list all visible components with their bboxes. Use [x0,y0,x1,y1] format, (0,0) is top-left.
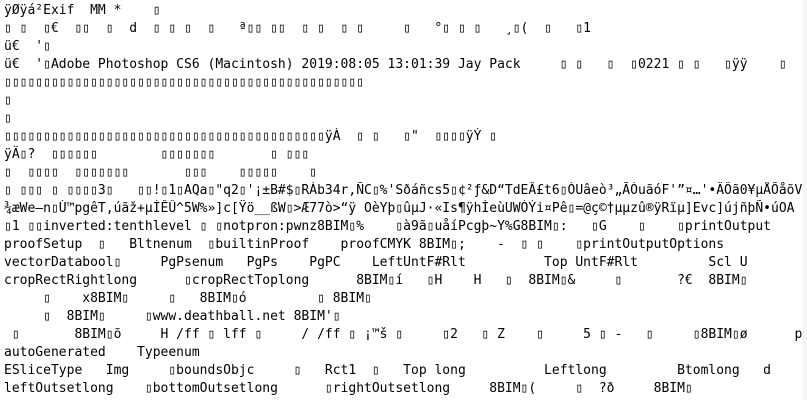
text-line-13: ▯1 ▯▯inverted:tenthlevel ▯ ▯notpron:pwnz… [4,218,803,236]
text-line-3: ü€ '▯ [4,38,803,56]
text-line-11: ▯ ▯▯▯ ▯ ▯▯▯▯3▯ ▯▯!▯1▯AQa▯"q2▯'¡±B#$▯RÁb3… [4,182,803,200]
text-line-2: ▯ ▯ ▯€ ▯▯ ▯ d ▯ ▯ ▯ ▯ ª▯▯ ▯▯ ▯ ▯ ▯ ▯ ▯ °… [4,20,803,38]
text-line-7: ▯ [4,110,803,128]
text-line-9: ÿÄ▯? ▯▯▯▯▯▯ ▯▯▯▯▯▯▯ ▯ ▯▯▯ [4,146,803,164]
text-line-22: leftOutsetlong ▯bottomOutsetlong ▯rightO… [4,380,803,398]
text-line-21: ESliceType Img ▯boundsObjc ▯ Rct1 ▯ Top … [4,362,803,380]
text-line-12: ¾æWe–n▯Ù™pgêT,úãž+µÍÊÛ^5W%»]c[Ÿö__ßW▯>Æ7… [4,200,803,218]
text-line-14: proofSetup ▯ Bltnenum ▯builtinProof proo… [4,236,803,254]
text-line-15: vectorDatabool▯ PgPsenum PgPs PgPC LeftU… [4,254,803,272]
binary-text-viewer: ÿØÿá²Exif MM * ▯ ▯ ▯ ▯€ ▯▯ ▯ d ▯ ▯ ▯ ▯ … [0,0,807,400]
text-line-10: ▯ ▯▯▯▯ ▯▯▯▯▯▯▯ ▯▯▯ ▯▯▯▯▯ ▯ [4,164,803,182]
text-line-19: ▯ 8BIM▯õ H /ff ▯ lff ▯ / /ff ▯ ¡™š ▯ ▯2 … [4,326,803,344]
text-line-1: ÿØÿá²Exif MM * ▯ [4,2,803,20]
text-line-20: autoGenerated Typeenum [4,344,803,362]
text-content-area[interactable]: ÿØÿá²Exif MM * ▯ ▯ ▯ ▯€ ▯▯ ▯ d ▯ ▯ ▯ ▯ … [4,2,803,398]
text-line-4: ü€ '▯Adobe Photoshop CS6 (Macintosh) 201… [4,56,803,74]
text-line-8: ▯▯▯▯▯▯▯▯▯▯▯▯▯▯▯▯▯▯▯▯▯▯▯▯▯▯▯▯▯▯▯▯▯▯▯▯▯▯▯▯… [4,128,803,146]
vertical-scrollbar[interactable] [803,0,807,400]
text-line-16: cropRectRightlong ▯cropRectToplong 8BIM▯… [4,272,803,290]
text-line-17: ▯ x8BIM▯ ▯ 8BIM▯ó ▯ 8BIM▯ [4,290,803,308]
text-line-6: ▯ [4,92,803,110]
text-line-5: ▯▯▯▯▯▯▯▯▯▯▯▯▯▯▯▯▯▯▯▯▯▯▯▯▯▯▯▯▯▯▯▯▯▯▯▯▯▯▯▯… [4,74,803,92]
text-line-18: ▯ 8BIM▯ ▯www.deathball.net 8BIM'▯ [4,308,803,326]
